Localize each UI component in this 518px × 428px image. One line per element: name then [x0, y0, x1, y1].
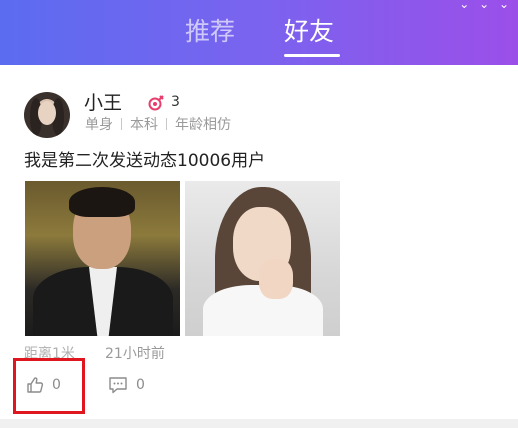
user-name[interactable]: 小王: [84, 92, 122, 114]
user-level: 3: [171, 94, 180, 110]
tag-marital: 单身: [85, 117, 113, 133]
top-tab-bar: ⌄ ⌄ ⌄ 推荐 好友: [0, 0, 518, 65]
post-content: 我是第二次发送动态10006用户: [24, 151, 266, 171]
post-time: 21小时前: [105, 346, 165, 362]
comment-count: 0: [136, 377, 145, 393]
avatar[interactable]: [24, 92, 70, 138]
active-tab-indicator: [284, 54, 340, 57]
tag-divider: [121, 118, 122, 130]
tab-recommend[interactable]: 推荐: [185, 17, 235, 47]
post-photo-2[interactable]: [185, 181, 340, 336]
post-photo-1[interactable]: [25, 181, 180, 336]
status-bar-icons: ⌄ ⌄ ⌄: [459, 0, 512, 11]
comment-button[interactable]: 0: [106, 374, 152, 398]
card-divider: [0, 419, 518, 428]
user-tags: 单身 本科 年龄相仿: [85, 117, 231, 133]
tag-divider: [166, 118, 167, 130]
tag-education: 本科: [130, 117, 158, 133]
tag-age: 年龄相仿: [175, 117, 231, 133]
highlight-annotation: [13, 358, 85, 414]
tab-friends[interactable]: 好友: [284, 17, 334, 47]
comment-icon: [109, 377, 127, 394]
gender-symbol-icon: [148, 95, 164, 111]
